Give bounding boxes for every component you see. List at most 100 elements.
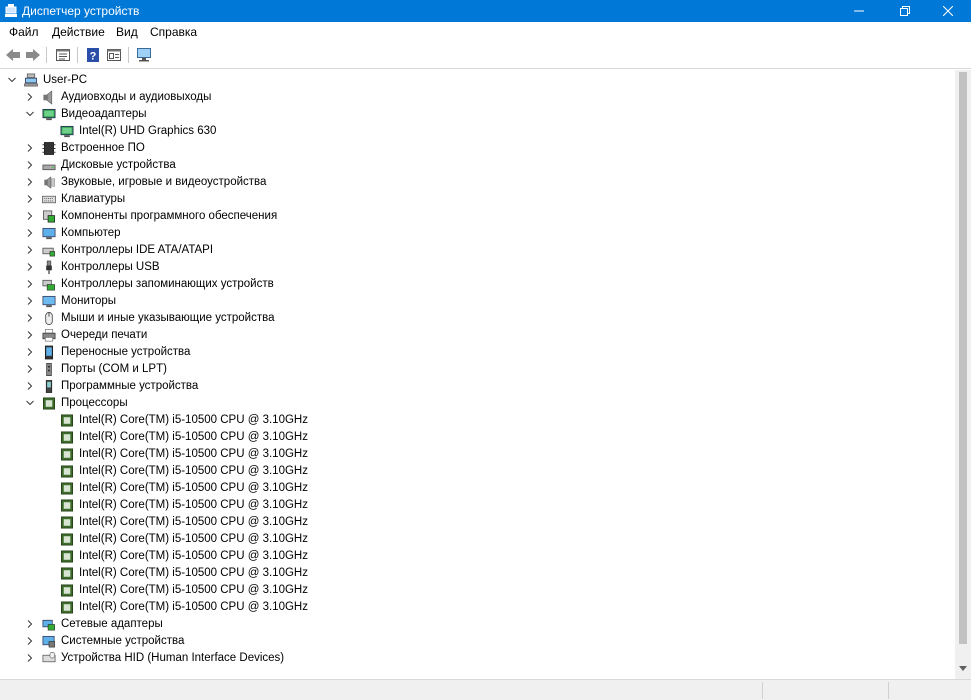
tree-device[interactable]: Intel(R) Core(TM) i5-10500 CPU @ 3.10GHz (0, 582, 955, 599)
chevron-right-icon[interactable] (25, 143, 35, 153)
menu-help[interactable]: Справка (150, 25, 197, 39)
chevron-right-icon[interactable] (25, 262, 35, 272)
tree-category[interactable]: Порты (COM и LPT) (0, 361, 955, 378)
tree-device[interactable]: Intel(R) Core(TM) i5-10500 CPU @ 3.10GHz (0, 463, 955, 480)
status-divider (888, 682, 889, 699)
processor-icon (61, 584, 73, 597)
restore-button[interactable] (882, 0, 928, 22)
chevron-right-icon[interactable] (25, 364, 35, 374)
chevron-right-icon[interactable] (25, 330, 35, 340)
scroll-down-icon[interactable] (959, 664, 967, 672)
help-button[interactable]: ? (84, 46, 102, 64)
chevron-right-icon[interactable] (25, 160, 35, 170)
tree-item-label: Клавиатуры (61, 193, 126, 205)
tree-device[interactable]: Intel(R) Core(TM) i5-10500 CPU @ 3.10GHz (0, 480, 955, 497)
tree-category[interactable]: Устройства HID (Human Interface Devices) (0, 650, 955, 667)
chevron-down-icon[interactable] (25, 398, 35, 408)
view-button[interactable] (105, 46, 123, 64)
tree-category[interactable]: Контроллеры USB (0, 259, 955, 276)
tree-device[interactable]: Intel(R) Core(TM) i5-10500 CPU @ 3.10GHz (0, 412, 955, 429)
scrollbar-thumb[interactable] (959, 72, 967, 644)
tree-item-label: Мыши и иные указывающие устройства (61, 312, 275, 324)
minimize-button[interactable] (836, 0, 882, 22)
tree-category[interactable]: Компьютер (0, 225, 955, 242)
processor-icon (61, 414, 73, 427)
tree-device[interactable]: Intel(R) Core(TM) i5-10500 CPU @ 3.10GHz (0, 497, 955, 514)
tree-device[interactable]: Intel(R) Core(TM) i5-10500 CPU @ 3.10GHz (0, 514, 955, 531)
tree-device[interactable]: Intel(R) Core(TM) i5-10500 CPU @ 3.10GHz (0, 548, 955, 565)
tree-category[interactable]: Компоненты программного обеспечения (0, 208, 955, 225)
tree-root-computer[interactable]: User-PC (0, 72, 955, 89)
window-title: Диспетчер устройств (22, 4, 140, 18)
chevron-right-icon[interactable] (25, 347, 35, 357)
menu-view[interactable]: Вид (116, 25, 138, 39)
chevron-right-icon[interactable] (25, 313, 35, 323)
vertical-scrollbar[interactable] (955, 70, 971, 679)
tree-category[interactable]: Встроенное ПО (0, 140, 955, 157)
processor-icon (61, 601, 73, 614)
tree-category[interactable]: Звуковые, игровые и видеоустройства (0, 174, 955, 191)
tree-item-label: Intel(R) Core(TM) i5-10500 CPU @ 3.10GHz (79, 465, 308, 477)
restore-icon (900, 6, 910, 16)
chevron-right-icon[interactable] (25, 619, 35, 629)
tree-category[interactable]: Программные устройства (0, 378, 955, 395)
tree-category[interactable]: Контроллеры IDE ATA/ATAPI (0, 242, 955, 259)
tree-device[interactable]: Intel(R) Core(TM) i5-10500 CPU @ 3.10GHz (0, 446, 955, 463)
chevron-right-icon[interactable] (25, 279, 35, 289)
tree-category[interactable]: Переносные устройства (0, 344, 955, 361)
close-button[interactable] (925, 0, 971, 22)
chevron-right-icon[interactable] (25, 194, 35, 204)
tree-category[interactable]: Мыши и иные указывающие устройства (0, 310, 955, 327)
tree-device[interactable]: Intel(R) Core(TM) i5-10500 CPU @ 3.10GHz (0, 429, 955, 446)
monitor-icon (42, 295, 56, 308)
forward-button[interactable] (24, 46, 42, 64)
chevron-right-icon[interactable] (25, 211, 35, 221)
chevron-right-icon[interactable] (25, 653, 35, 663)
chevron-right-icon[interactable] (25, 177, 35, 187)
tree-device[interactable]: Intel(R) Core(TM) i5-10500 CPU @ 3.10GHz (0, 565, 955, 582)
tree-category[interactable]: Видеоадаптеры (0, 106, 955, 123)
tree-item-label: Программные устройства (61, 380, 199, 392)
tree-item-label: Контроллеры USB (61, 261, 160, 273)
chevron-right-icon[interactable] (25, 296, 35, 306)
chevron-right-icon[interactable] (25, 381, 35, 391)
tree-device[interactable]: Intel(R) Core(TM) i5-10500 CPU @ 3.10GHz (0, 599, 955, 616)
tree-category[interactable]: Клавиатуры (0, 191, 955, 208)
properties-button[interactable] (54, 46, 72, 64)
device-tree[interactable]: User-PC Аудиовходы и аудиовыходы Видеоадап… (0, 70, 955, 679)
scan-hardware-button[interactable] (135, 46, 153, 64)
processor-icon (61, 465, 73, 478)
tree-item-label: Intel(R) Core(TM) i5-10500 CPU @ 3.10GHz (79, 499, 308, 511)
tree-category[interactable]: Сетевые адаптеры (0, 616, 955, 633)
tree-category[interactable]: Очереди печати (0, 327, 955, 344)
menu-action[interactable]: Действие (52, 25, 105, 39)
menu-file[interactable]: Файл (9, 25, 39, 39)
tree-device[interactable]: Intel(R) UHD Graphics 630 (0, 123, 955, 140)
tree-device[interactable]: Intel(R) Core(TM) i5-10500 CPU @ 3.10GHz (0, 531, 955, 548)
software-device-icon (45, 380, 53, 393)
tree-item-label: Сетевые адаптеры (61, 618, 163, 630)
network-adapter-icon (42, 619, 55, 631)
chevron-right-icon[interactable] (25, 92, 35, 102)
tree-category[interactable]: Аудиовходы и аудиовыходы (0, 89, 955, 106)
toolbar-separator (128, 47, 129, 63)
chevron-down-icon[interactable] (7, 75, 17, 85)
back-button[interactable] (4, 46, 22, 64)
tree-item-label: Intel(R) UHD Graphics 630 (79, 125, 217, 137)
status-bar (0, 679, 971, 700)
tree-category[interactable]: Дисковые устройства (0, 157, 955, 174)
tree-category[interactable]: Мониторы (0, 293, 955, 310)
usb-icon (46, 260, 52, 275)
chevron-right-icon[interactable] (25, 636, 35, 646)
toolbar-separator (77, 47, 78, 63)
disk-drive-icon (42, 164, 56, 171)
tree-item-label: Intel(R) Core(TM) i5-10500 CPU @ 3.10GHz (79, 533, 308, 545)
tree-category[interactable]: Системные устройства (0, 633, 955, 650)
chevron-right-icon[interactable] (25, 228, 35, 238)
chevron-right-icon[interactable] (25, 245, 35, 255)
tree-item-label: Intel(R) Core(TM) i5-10500 CPU @ 3.10GHz (79, 601, 308, 613)
toolbar-separator (46, 47, 47, 63)
tree-category[interactable]: Процессоры (0, 395, 955, 412)
chevron-down-icon[interactable] (25, 109, 35, 119)
tree-category[interactable]: Контроллеры запоминающих устройств (0, 276, 955, 293)
